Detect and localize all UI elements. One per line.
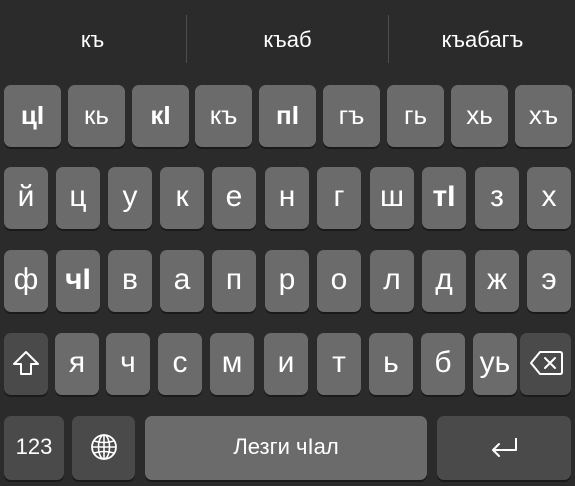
key[interactable]: пӀ (259, 85, 316, 147)
key[interactable]: а (160, 250, 204, 312)
key[interactable]: м (210, 333, 254, 395)
suggestion-bar: къ къаб къабагъ (0, 0, 575, 78)
suggestion-divider (388, 15, 389, 63)
key[interactable]: н (265, 167, 309, 229)
key[interactable]: кь (68, 85, 125, 147)
key[interactable]: я (55, 333, 99, 395)
key[interactable]: к (160, 167, 204, 229)
key[interactable]: с (158, 333, 202, 395)
return-icon (488, 435, 520, 459)
key[interactable]: о (317, 250, 361, 312)
key[interactable]: тӀ (422, 167, 466, 229)
key[interactable]: ц (56, 167, 100, 229)
numbers-key[interactable]: 123 (4, 416, 64, 480)
shift-icon (12, 350, 40, 376)
key[interactable]: ь (369, 333, 413, 395)
key[interactable]: л (370, 250, 414, 312)
key[interactable]: э (527, 250, 571, 312)
key[interactable]: п (212, 250, 256, 312)
backspace-key[interactable] (520, 333, 571, 395)
key[interactable]: гъ (323, 85, 380, 147)
key[interactable]: къ (195, 85, 252, 147)
suggestion-1[interactable]: къ (0, 18, 185, 62)
key[interactable]: чӀ (56, 250, 100, 312)
key[interactable]: е (212, 167, 256, 229)
key[interactable]: и (264, 333, 308, 395)
key[interactable]: з (475, 167, 519, 229)
key[interactable]: хъ (515, 85, 572, 147)
key[interactable]: ч (106, 333, 150, 395)
return-key[interactable] (437, 416, 571, 480)
key[interactable]: р (265, 250, 309, 312)
key[interactable]: гь (387, 85, 444, 147)
key[interactable]: д (422, 250, 466, 312)
globe-key[interactable] (72, 416, 135, 480)
key[interactable]: т (317, 333, 361, 395)
suggestion-2[interactable]: къаб (188, 18, 387, 62)
key[interactable]: ж (475, 250, 519, 312)
key[interactable]: кӀ (132, 85, 189, 147)
key[interactable]: цӀ (4, 85, 61, 147)
key[interactable]: у (108, 167, 152, 229)
key[interactable]: в (108, 250, 152, 312)
key[interactable]: х (527, 167, 571, 229)
key[interactable]: ф (4, 250, 48, 312)
backspace-icon (529, 350, 563, 376)
key[interactable]: г (317, 167, 361, 229)
suggestion-3[interactable]: къабагъ (390, 18, 575, 62)
key[interactable]: б (421, 333, 465, 395)
suggestion-divider (186, 15, 187, 63)
globe-icon (89, 432, 119, 462)
key[interactable]: й (4, 167, 48, 229)
key[interactable]: уь (473, 333, 517, 395)
keyboard: къ къаб къабагъ цӀ кь кӀ къ пӀ гъ гь хь … (0, 0, 575, 486)
key[interactable]: хь (451, 85, 508, 147)
key[interactable]: ш (370, 167, 414, 229)
space-key[interactable]: Лезги чӀал (145, 416, 427, 480)
shift-key[interactable] (4, 333, 48, 395)
